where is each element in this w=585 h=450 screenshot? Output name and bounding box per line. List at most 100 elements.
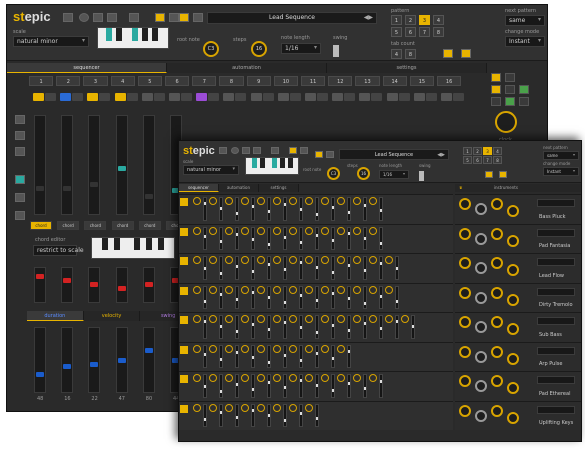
step-velocity-bar[interactable] [203, 403, 207, 427]
step-velocity-bar[interactable] [203, 256, 207, 280]
step-gate-chip[interactable] [87, 93, 99, 101]
random-pad[interactable] [505, 97, 515, 106]
tab-automation[interactable]: automation [167, 63, 327, 73]
step-velocity-bar[interactable] [299, 285, 303, 309]
note-length-select[interactable]: 1/16 ▾ [379, 170, 409, 179]
step-velocity-bar[interactable] [331, 315, 335, 339]
step-cell[interactable] [289, 226, 297, 235]
step-velocity-bar[interactable] [315, 256, 319, 280]
step-number[interactable]: 7 [192, 76, 217, 86]
step-velocity-bar[interactable] [363, 374, 367, 398]
chord-button[interactable]: chord [84, 221, 107, 230]
step-cell[interactable] [337, 344, 345, 353]
step-velocity-bar[interactable] [203, 344, 207, 368]
redo-icon[interactable] [300, 147, 308, 154]
step-number[interactable]: 16 [437, 76, 462, 86]
pitch-handle[interactable] [63, 186, 72, 191]
close-icon[interactable] [271, 147, 279, 154]
pattern-button-2[interactable]: 2 [473, 147, 482, 155]
step-number[interactable]: 2 [56, 76, 81, 86]
save-icon[interactable] [193, 13, 203, 22]
instrument-preset-select[interactable] [537, 228, 575, 237]
chord-editor-piano[interactable] [91, 237, 175, 259]
step-cell[interactable] [305, 315, 313, 323]
instrument-preset-select[interactable] [537, 258, 575, 266]
redo-icon[interactable] [169, 13, 179, 22]
step-cell[interactable] [321, 374, 329, 382]
step-cell[interactable] [321, 285, 329, 294]
step-gate-chip[interactable] [196, 93, 208, 101]
step-cell[interactable] [241, 226, 249, 235]
step-velocity-bar[interactable] [267, 256, 271, 280]
step-velocity-bar[interactable] [363, 197, 367, 221]
sequence-nav-icon[interactable]: ◀▶ [364, 13, 373, 23]
step-cell[interactable] [321, 226, 329, 235]
octave-handle[interactable] [63, 278, 72, 283]
step-velocity-bar[interactable] [235, 315, 239, 339]
step-tie-chip[interactable] [398, 93, 410, 101]
instrument-preset-select[interactable] [537, 287, 575, 296]
step-cell[interactable] [337, 197, 345, 205]
pitch-lane[interactable] [34, 115, 46, 215]
instrument-knob[interactable] [459, 316, 471, 328]
step-velocity-bar[interactable] [331, 226, 335, 250]
reset-icon[interactable] [15, 193, 25, 202]
step-number[interactable]: 10 [273, 76, 298, 86]
step-velocity-bar[interactable] [315, 226, 319, 250]
instrument-knob[interactable] [459, 198, 471, 210]
step-cell[interactable] [369, 374, 377, 382]
step-cell[interactable] [369, 197, 377, 205]
instrument-knob[interactable] [459, 227, 471, 240]
step-cell[interactable] [305, 403, 313, 412]
step-velocity-bar[interactable] [379, 315, 383, 339]
pitch-lane[interactable] [61, 115, 74, 215]
step-cell[interactable] [225, 374, 233, 382]
step-cell[interactable] [273, 374, 281, 382]
pitch-lane[interactable] [88, 115, 101, 215]
brownian-pad[interactable] [519, 97, 529, 106]
step-gate-chip[interactable] [305, 93, 316, 101]
step-cell[interactable] [209, 344, 217, 353]
step-velocity-bar[interactable] [315, 315, 319, 339]
step-number[interactable]: 9 [246, 76, 271, 86]
octave-lane[interactable] [142, 267, 155, 303]
pencil-icon[interactable] [15, 115, 25, 124]
step-velocity-bar[interactable] [283, 374, 287, 398]
step-cell[interactable] [257, 403, 265, 412]
globe-icon[interactable] [231, 147, 239, 154]
step-cell[interactable] [225, 256, 233, 264]
menu-icon[interactable] [63, 13, 73, 22]
random-icon[interactable] [15, 131, 25, 140]
step-cell[interactable] [209, 226, 217, 235]
step-cell[interactable] [257, 315, 265, 323]
step-velocity-bar[interactable] [251, 226, 255, 250]
tab-duration[interactable]: duration [27, 311, 84, 321]
step-cell[interactable] [241, 403, 249, 412]
step-velocity-bar[interactable] [363, 285, 367, 309]
step-tie-chip[interactable] [181, 93, 192, 101]
tab-settings[interactable]: settings [327, 63, 487, 73]
instrument-preset-select[interactable] [537, 317, 575, 325]
step-velocity-bar[interactable] [219, 197, 223, 221]
step-gate-chip[interactable] [223, 93, 235, 101]
step-cell[interactable] [241, 256, 249, 264]
step-velocity-bar[interactable] [395, 285, 399, 309]
octave-handle[interactable] [90, 282, 99, 287]
change-mode-select[interactable]: Instant ▾ [543, 167, 579, 176]
pingpong-pad[interactable] [491, 97, 501, 106]
track-select-icon[interactable] [180, 316, 188, 324]
instrument-knob[interactable] [475, 350, 487, 363]
change-mode-select[interactable]: Instant ▾ [505, 36, 545, 47]
step-cell[interactable] [321, 344, 329, 353]
step-cell[interactable] [305, 197, 313, 205]
track-select-icon[interactable] [180, 286, 188, 295]
step-cell[interactable] [273, 344, 281, 353]
instrument-knob[interactable] [507, 382, 519, 394]
step-cell[interactable] [225, 315, 233, 323]
step-velocity-bar[interactable] [203, 197, 207, 221]
step-cell[interactable] [257, 285, 265, 294]
step-cell[interactable] [209, 256, 217, 264]
step-velocity-bar[interactable] [203, 315, 207, 339]
sequence-title[interactable]: Lead Sequence ◀▶ [207, 12, 377, 24]
steps-knob[interactable]: 16 [251, 41, 267, 57]
